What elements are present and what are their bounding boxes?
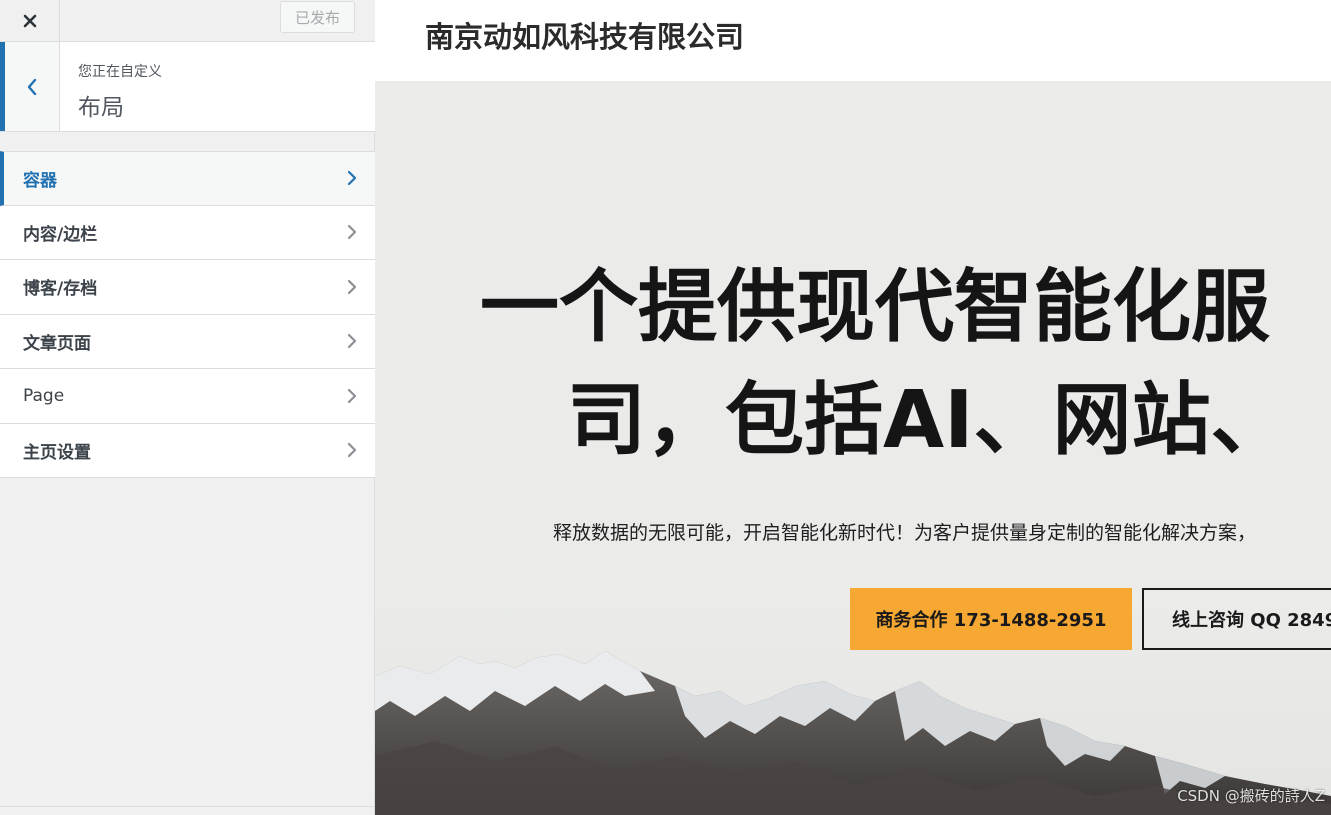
online-consult-button[interactable]: 线上咨询 QQ 2849 (1142, 588, 1331, 650)
hero-heading-line-1: 一个提供现代智能化服 (480, 261, 1270, 353)
close-customizer-button[interactable] (0, 0, 60, 41)
menu-item-blog-archive[interactable]: 博客/存档 (0, 260, 375, 315)
section-title: 布局 (78, 95, 124, 121)
chevron-right-icon (347, 334, 357, 349)
chevron-right-icon (347, 171, 357, 186)
publish-button[interactable]: 已发布 (280, 1, 355, 33)
back-button[interactable] (0, 42, 60, 131)
section-header: 您正在自定义 布局 (0, 42, 375, 132)
menu-item-content-sidebar[interactable]: 内容/边栏 (0, 205, 375, 260)
menu-item-single-post[interactable]: 文章页面 (0, 314, 375, 369)
site-header: 南京动如风科技有限公司 (375, 0, 1331, 81)
customizer-topbar: 已发布 (0, 0, 375, 42)
menu-item-label: 容器 (23, 170, 57, 191)
menu-item-container[interactable]: 容器 (0, 151, 375, 206)
menu-item-label: 文章页面 (23, 333, 91, 354)
chevron-right-icon (347, 279, 357, 294)
menu-item-label: 主页设置 (23, 442, 91, 463)
chevron-right-icon (347, 225, 357, 240)
hero-heading-line-2: 司，包括AI、网站、 (567, 374, 1290, 466)
hero-heading: 一个提供现代智能化服 司，包括AI、网站、 (475, 251, 1331, 477)
watermark: CSDN @搬砖的詩人Z (1177, 787, 1325, 805)
hero-subtitle: 释放数据的无限可能，开启智能化新时代！为客户提供量身定制的智能化解决方案， (553, 522, 1257, 544)
menu-item-page[interactable]: Page (0, 369, 375, 424)
layout-menu: 容器 内容/边栏 博客/存档 文章页面 Page 主页设置 (0, 151, 375, 478)
site-title[interactable]: 南京动如风科技有限公司 (425, 14, 744, 56)
sidebar-footer-divider (0, 806, 375, 807)
site-preview: 南京动如风科技有限公司 一个提供现代智能化服 司，包括AI、网站、 释放数据的无… (375, 0, 1331, 815)
close-icon (23, 14, 36, 27)
business-contact-button[interactable]: 商务合作 173-1488-2951 (850, 588, 1132, 650)
menu-item-label: 内容/边栏 (23, 224, 98, 245)
menu-item-homepage-settings[interactable]: 主页设置 (0, 423, 375, 478)
chevron-right-icon (347, 443, 357, 458)
chevron-left-icon (27, 78, 37, 95)
menu-item-label: Page (23, 385, 65, 406)
menu-item-label: 博客/存档 (23, 279, 98, 300)
customizer-sidebar: 已发布 您正在自定义 布局 容器 内容/边栏 博客/存档 文章页面 Page 主… (0, 0, 375, 815)
hero-section: 一个提供现代智能化服 司，包括AI、网站、 释放数据的无限可能，开启智能化新时代… (375, 81, 1331, 815)
customizing-label: 您正在自定义 (78, 64, 162, 80)
chevron-right-icon (347, 388, 357, 403)
